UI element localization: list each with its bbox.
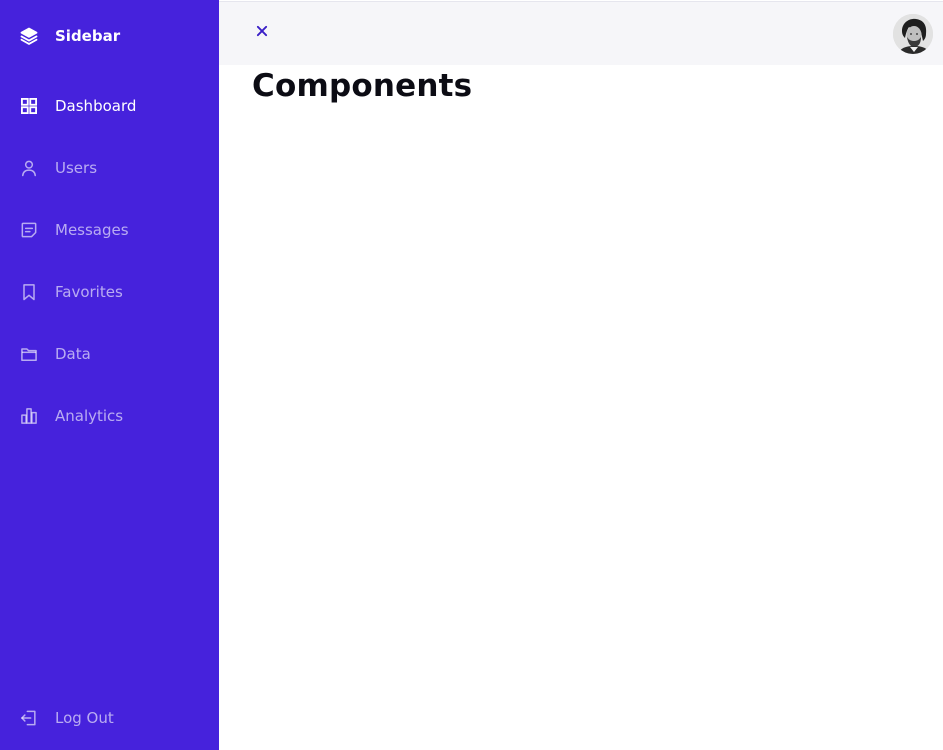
sidebar-item-analytics[interactable]: Analytics	[19, 404, 123, 428]
layers-icon	[19, 26, 39, 46]
bookmark-icon	[19, 282, 39, 302]
sidebar-item-messages[interactable]: Messages	[19, 218, 129, 242]
user-icon	[19, 158, 39, 178]
logout-button[interactable]: Log Out	[19, 706, 114, 730]
sidebar-item-label: Analytics	[55, 407, 124, 425]
sidebar-item-label: Favorites	[55, 283, 123, 301]
avatar-image	[893, 14, 933, 54]
folder-icon	[19, 344, 39, 364]
sidebar-item-users[interactable]: Users	[19, 156, 97, 180]
sidebar-brand-label: Sidebar	[55, 27, 121, 45]
message-icon	[19, 220, 39, 240]
app-root: Sidebar Dashboard Users Messages Favorit…	[0, 0, 943, 750]
top-bar	[219, 1, 943, 65]
page-title: Components	[252, 68, 473, 104]
close-icon	[252, 21, 272, 41]
grid-icon	[19, 96, 39, 116]
sidebar-item-data[interactable]: Data	[19, 342, 91, 366]
sidebar-item-label: Dashboard	[55, 97, 137, 115]
logout-label: Log Out	[55, 709, 114, 727]
user-avatar[interactable]	[893, 14, 933, 54]
sidebar: Sidebar Dashboard Users Messages Favorit…	[0, 0, 219, 750]
sidebar-item-label: Messages	[55, 221, 129, 239]
sidebar-item-label: Users	[55, 159, 98, 177]
logout-icon	[19, 708, 39, 728]
sidebar-item-dashboard[interactable]: Dashboard	[19, 94, 136, 118]
close-sidebar-button[interactable]	[252, 21, 272, 41]
sidebar-item-favorites[interactable]: Favorites	[19, 280, 123, 304]
sidebar-item-label: Data	[55, 345, 91, 363]
sidebar-brand[interactable]: Sidebar	[19, 24, 120, 48]
bar-chart-icon	[19, 406, 39, 426]
